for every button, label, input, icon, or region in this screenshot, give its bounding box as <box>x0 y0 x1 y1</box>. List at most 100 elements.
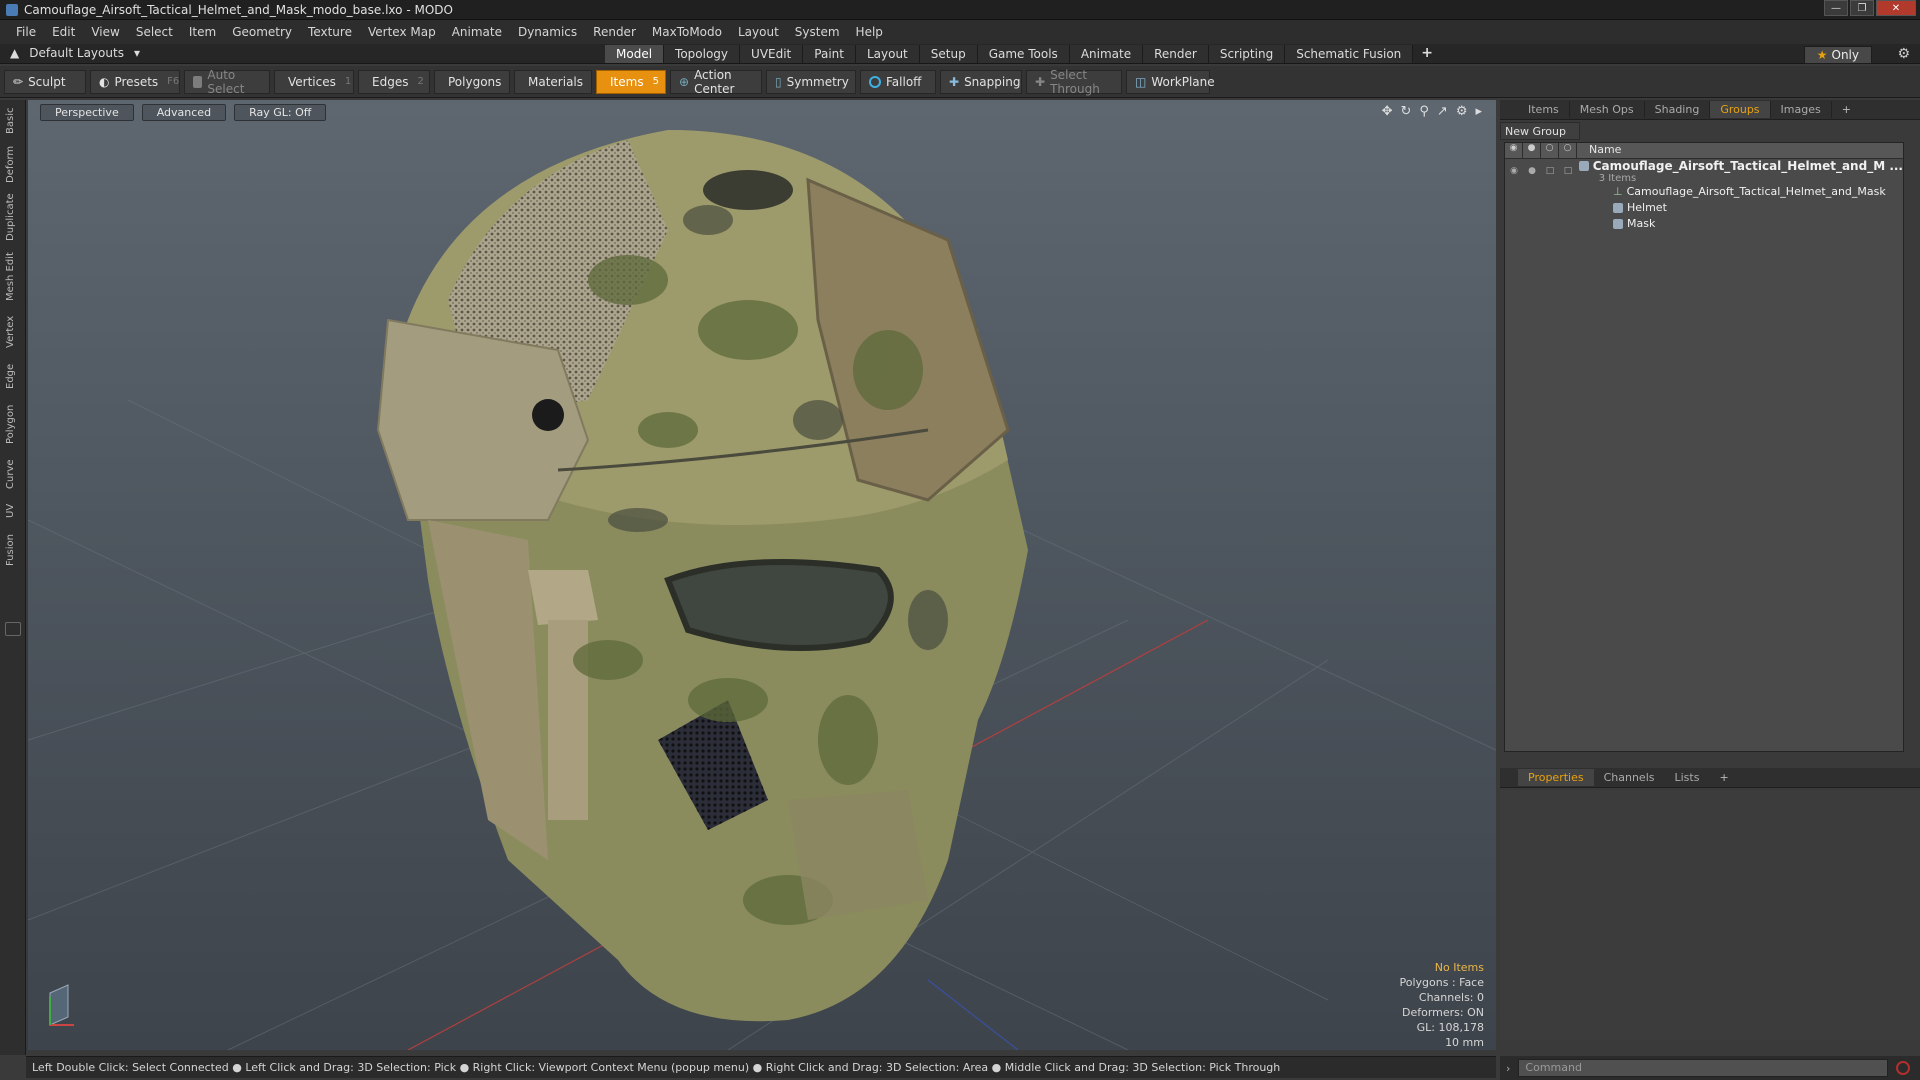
view-mode-button[interactable]: Perspective <box>40 104 134 121</box>
menu-select[interactable]: Select <box>128 25 181 39</box>
rotate-icon[interactable]: ↻ <box>1400 104 1411 119</box>
falloff-button[interactable]: Falloff <box>860 69 936 94</box>
presets-button[interactable]: ◐ Presets F6 <box>90 69 180 94</box>
menu-file[interactable]: File <box>8 25 44 39</box>
visibility-column-icon[interactable]: ◉ <box>1505 143 1523 158</box>
tab-mesh-ops[interactable]: Mesh Ops <box>1570 101 1645 118</box>
tab-topology[interactable]: Topology <box>664 45 741 63</box>
edges-button[interactable]: Edges 2 <box>358 69 430 94</box>
menu-animate[interactable]: Animate <box>444 25 510 39</box>
tab-channels[interactable]: Channels <box>1594 769 1665 786</box>
tab-mesh-edit[interactable]: Mesh Edit <box>5 250 21 304</box>
only-button[interactable]: ★ Only <box>1803 46 1872 64</box>
shading-mode-button[interactable]: Advanced <box>141 104 227 121</box>
tab-edge[interactable]: Edge <box>5 360 21 392</box>
viewport-settings-icon[interactable]: ⚙ <box>1456 104 1468 119</box>
minimize-button[interactable]: — <box>1824 0 1848 16</box>
menu-render[interactable]: Render <box>585 25 644 39</box>
snapping-button[interactable]: ✚ Snapping <box>940 69 1022 94</box>
left-tool-tabs: Basic Deform Duplicate Mesh Edit Vertex … <box>0 100 26 1055</box>
default-layouts-dropdown[interactable]: ▲ Default Layouts ▾ <box>10 46 140 60</box>
gear-icon[interactable]: ⚙ <box>1897 46 1910 62</box>
record-macro-icon[interactable] <box>1896 1061 1911 1075</box>
select-column-icon[interactable]: ○ <box>1559 143 1577 158</box>
vertices-button[interactable]: Vertices 1 <box>274 69 354 94</box>
panel-toggle-button[interactable] <box>5 622 21 636</box>
items-button[interactable]: Items 5 <box>596 69 666 94</box>
tab-render[interactable]: Render <box>1143 45 1209 63</box>
new-group-button[interactable]: New Group <box>1500 122 1580 140</box>
tab-animate[interactable]: Animate <box>1069 45 1144 63</box>
menu-view[interactable]: View <box>83 25 127 39</box>
command-input[interactable]: Command <box>1518 1059 1889 1077</box>
name-column-header[interactable]: Name <box>1577 143 1621 158</box>
list-item[interactable]: ⊥ Camouflage_Airsoft_Tactical_Helmet_and_… <box>1505 183 1903 199</box>
tab-basic[interactable]: Basic <box>5 106 21 136</box>
menu-item[interactable]: Item <box>181 25 224 39</box>
tab-duplicate[interactable]: Duplicate <box>5 192 21 242</box>
render-column-icon[interactable]: ● <box>1523 143 1541 158</box>
tab-layout[interactable]: Layout <box>855 45 920 63</box>
symmetry-button[interactable]: ▯ Symmetry <box>766 69 856 94</box>
menu-maxtomodo[interactable]: MaxToModo <box>644 25 730 39</box>
menu-dynamics[interactable]: Dynamics <box>510 25 585 39</box>
menu-texture[interactable]: Texture <box>300 25 360 39</box>
tab-fusion[interactable]: Fusion <box>5 530 21 570</box>
tab-lists[interactable]: Lists <box>1665 769 1710 786</box>
add-tab-button[interactable]: + <box>1413 45 1441 63</box>
locator-icon: ⊥ <box>1613 184 1623 198</box>
menu-geometry[interactable]: Geometry <box>224 25 300 39</box>
auto-select-button[interactable]: Auto Select <box>184 68 270 96</box>
sculpt-button[interactable]: ✏ Sculpt <box>4 69 86 94</box>
viewport-menu-arrow-icon[interactable]: ▸ <box>1475 104 1482 119</box>
zoom-icon[interactable]: ⚲ <box>1419 104 1429 119</box>
select-toggle-icon[interactable]: □ <box>1559 166 1577 176</box>
action-center-button[interactable]: ⊕ Action Center <box>670 68 762 96</box>
edges-count: 2 <box>417 76 424 87</box>
add-panel-tab-button[interactable]: + <box>1832 101 1861 118</box>
tab-uv[interactable]: UV <box>5 500 21 522</box>
add-props-tab-button[interactable]: + <box>1709 769 1738 786</box>
fit-icon[interactable]: ↗ <box>1437 104 1448 119</box>
tab-model[interactable]: Model <box>605 45 665 63</box>
tab-setup[interactable]: Setup <box>919 45 978 63</box>
tab-images[interactable]: Images <box>1771 101 1832 118</box>
polygons-button[interactable]: Polygons <box>434 69 510 94</box>
materials-button[interactable]: Materials <box>514 69 592 94</box>
menu-system[interactable]: System <box>787 25 848 39</box>
tab-polygon[interactable]: Polygon <box>5 400 21 448</box>
tab-groups[interactable]: Groups <box>1710 101 1771 118</box>
properties-panel-tabs: Properties Channels Lists + <box>1500 768 1920 788</box>
tab-scripting[interactable]: Scripting <box>1208 45 1286 63</box>
menu-edit[interactable]: Edit <box>44 25 83 39</box>
list-item[interactable]: Helmet <box>1505 199 1903 215</box>
workplane-button[interactable]: ◫ WorkPlane <box>1126 69 1215 94</box>
menu-help[interactable]: Help <box>848 25 891 39</box>
vertices-label: Vertices <box>288 74 336 89</box>
tab-game-tools[interactable]: Game Tools <box>977 45 1070 63</box>
menu-vertex-map[interactable]: Vertex Map <box>360 25 444 39</box>
tab-uvedit[interactable]: UVEdit <box>740 45 804 63</box>
tab-deform[interactable]: Deform <box>5 144 21 184</box>
close-button[interactable]: ✕ <box>1876 0 1916 16</box>
restore-button[interactable]: ❐ <box>1850 0 1874 16</box>
tab-items[interactable]: Items <box>1518 101 1570 118</box>
tab-shading[interactable]: Shading <box>1645 101 1711 118</box>
tab-vertex[interactable]: Vertex <box>5 312 21 352</box>
tab-curve[interactable]: Curve <box>5 456 21 492</box>
visibility-eye-icon[interactable]: ◉ <box>1505 166 1523 176</box>
3d-viewport[interactable]: Perspective Advanced Ray GL: Off ✥ ↻ ⚲ ↗… <box>28 100 1496 1050</box>
menu-layout[interactable]: Layout <box>730 25 787 39</box>
lock-column-icon[interactable]: ○ <box>1541 143 1559 158</box>
lock-toggle-icon[interactable]: □ <box>1541 166 1559 176</box>
tab-properties[interactable]: Properties <box>1518 769 1594 786</box>
raygl-button[interactable]: Ray GL: Off <box>234 104 327 121</box>
group-row[interactable]: ◉ ● □ □ Camouflage_Airsoft_Tactical_Helmet_… <box>1505 159 1903 184</box>
select-through-button[interactable]: ✚ Select Through <box>1026 68 1122 96</box>
tab-paint[interactable]: Paint <box>803 45 856 63</box>
render-toggle-icon[interactable]: ● <box>1523 166 1541 176</box>
tab-schematic-fusion[interactable]: Schematic Fusion <box>1285 45 1414 63</box>
list-item[interactable]: Mask <box>1505 215 1903 231</box>
pan-icon[interactable]: ✥ <box>1382 104 1393 119</box>
gl-info: GL: 108,178 <box>1416 1021 1484 1034</box>
